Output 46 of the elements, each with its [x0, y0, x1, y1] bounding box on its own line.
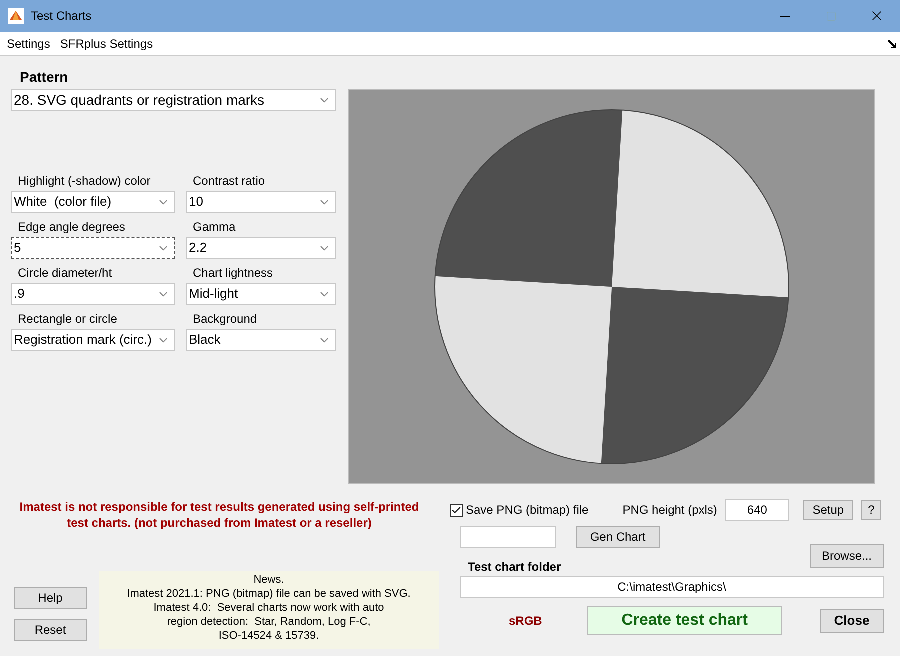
- field-label: Chart lightness: [193, 265, 274, 282]
- reset-button[interactable]: Reset: [14, 619, 87, 641]
- dropdown[interactable]: .9: [11, 283, 175, 305]
- close-button[interactable]: Close: [820, 608, 884, 632]
- help-small-button[interactable]: ?: [861, 500, 882, 520]
- maximize-icon: [826, 10, 836, 22]
- dropdown[interactable]: 10: [186, 191, 336, 213]
- save-png-checkbox[interactable]: [450, 504, 463, 516]
- window-title: Test Charts: [31, 8, 92, 25]
- folder-field[interactable]: C:\imatest\Graphics\: [460, 576, 884, 598]
- gen-chart-button[interactable]: Gen Chart: [576, 526, 660, 548]
- save-png-label: Save PNG (bitmap) file: [466, 502, 589, 519]
- setup-button[interactable]: Setup: [803, 500, 854, 520]
- news-line: Imatest 2021.1: PNG (bitmap) file can be saved with SVG.: [127, 587, 411, 601]
- disclaimer-text: Imatest is not responsible for test results generated using self-printed test charts. (not purchased from Imatest or a reseller): [18, 499, 420, 531]
- folder-label: Test chart folder: [468, 559, 562, 574]
- dropdown[interactable]: Registration mark (circ.): [11, 329, 175, 351]
- menu-item[interactable]: Settings: [2, 34, 56, 52]
- dropdown[interactable]: 5: [11, 237, 175, 259]
- dropdown[interactable]: Black: [186, 329, 336, 351]
- browse-button[interactable]: Browse...: [810, 544, 884, 568]
- field-label: Edge angle degrees: [18, 219, 126, 236]
- news-line: Imatest 4.0: Several charts now work with auto: [154, 601, 384, 615]
- field-label: Circle diameter/ht: [18, 265, 114, 282]
- dropdown[interactable]: White (color file): [11, 191, 175, 213]
- png-height-label: PNG height (pxls): [622, 502, 718, 519]
- menu-item[interactable]: SFRplus Settings: [55, 34, 158, 52]
- field-label: Highlight (-shadow) color: [18, 173, 152, 190]
- field-label: Contrast ratio: [193, 173, 266, 190]
- undock-icon: [888, 40, 896, 48]
- news-line: ISO-14524 & 15739.: [218, 629, 320, 643]
- color-space-label: sRGB: [509, 612, 542, 630]
- field-label: Gamma: [193, 219, 237, 236]
- pattern-label: Pattern: [20, 68, 70, 87]
- png-height-field[interactable]: 640: [725, 499, 790, 521]
- help-button[interactable]: Help: [14, 587, 87, 609]
- create-chart-button[interactable]: Create test chart: [587, 606, 782, 635]
- chart-name-field[interactable]: [460, 526, 556, 548]
- news-line: News.: [254, 573, 284, 587]
- app-logo-icon: [8, 8, 24, 24]
- dropdown[interactable]: 28. SVG quadrants or registration marks: [11, 89, 336, 111]
- news-line: region detection: Star, Random, Log F-C,: [167, 615, 371, 629]
- dropdown[interactable]: Mid-light: [186, 283, 336, 305]
- dropdown[interactable]: 2.2: [186, 237, 336, 259]
- field-label: Background: [193, 311, 258, 328]
- field-label: Rectangle or circle: [18, 311, 118, 328]
